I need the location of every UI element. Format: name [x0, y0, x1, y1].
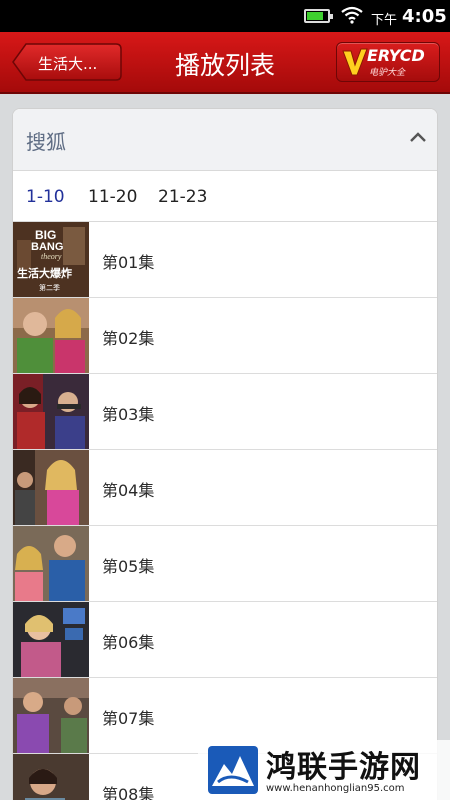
battery-icon	[304, 9, 333, 23]
scene-thumbnail	[13, 450, 89, 525]
scene-thumbnail	[13, 298, 89, 373]
wifi-icon	[341, 6, 363, 24]
source-header[interactable]: 搜狐	[13, 109, 437, 171]
playlist-card: 搜狐 1-10 11-20 21-23 BIG BANG theory 生活大爆…	[12, 108, 438, 800]
range-tab-1-10[interactable]: 1-10	[26, 187, 65, 207]
range-tab-21-23[interactable]: 21-23	[158, 187, 207, 207]
status-period: 下午	[371, 13, 398, 28]
verycd-v-logo-icon	[342, 48, 368, 76]
episode-label: 第06集	[102, 633, 155, 652]
episode-row[interactable]: 第05集	[13, 526, 437, 602]
episode-label: 第04集	[102, 481, 155, 500]
episode-label: 第07集	[102, 709, 155, 728]
scene-thumbnail	[13, 602, 89, 677]
episode-label: 第03集	[102, 405, 155, 424]
episode-label: 第05集	[102, 557, 155, 576]
watermark-url: www.henanhonglian95.com	[266, 783, 405, 794]
episode-row[interactable]: 第06集	[13, 602, 437, 678]
status-bar: 下午 4:05	[0, 0, 450, 32]
range-tab-11-20[interactable]: 11-20	[88, 187, 137, 207]
episode-label: 第02集	[102, 329, 155, 348]
watermark: 鸿联手游网 www.henanhonglian95.com	[198, 740, 450, 800]
episode-row[interactable]: BIG BANG theory 生活大爆炸 第二季 第01集	[13, 222, 437, 298]
status-time: 4:05	[402, 6, 447, 27]
scene-thumbnail	[13, 526, 89, 601]
watermark-title: 鸿联手游网	[266, 750, 421, 785]
scene-thumbnail	[13, 374, 89, 449]
scene-thumbnail	[13, 678, 89, 753]
poster-cn-title: 生活大爆炸	[17, 266, 72, 280]
poster-season: 第二季	[39, 283, 60, 292]
title-bar: 生活大... 播放列表 ERYCD 电驴大全	[0, 32, 450, 94]
brand-name: ERYCD	[367, 46, 425, 65]
verycd-logo-button[interactable]: ERYCD 电驴大全	[336, 42, 440, 82]
episode-row[interactable]: 第04集	[13, 450, 437, 526]
poster-title-line3: theory	[41, 252, 62, 261]
range-tabs: 1-10 11-20 21-23	[13, 172, 437, 222]
episode-row[interactable]: 第03集	[13, 374, 437, 450]
brand-subtitle: 电驴大全	[369, 68, 406, 78]
scene-thumbnail	[13, 754, 89, 800]
episode-row[interactable]: 第02集	[13, 298, 437, 374]
episode-label: 第08集	[102, 785, 155, 800]
episode-label: 第01集	[102, 253, 155, 272]
poster-thumbnail: BIG BANG theory 生活大爆炸 第二季	[13, 222, 89, 297]
battery-level	[307, 12, 323, 20]
watermark-logo-icon	[208, 746, 258, 794]
source-title: 搜狐	[26, 130, 66, 154]
poster-title-line1: BIG	[35, 228, 56, 242]
chevron-up-icon[interactable]	[409, 131, 427, 143]
